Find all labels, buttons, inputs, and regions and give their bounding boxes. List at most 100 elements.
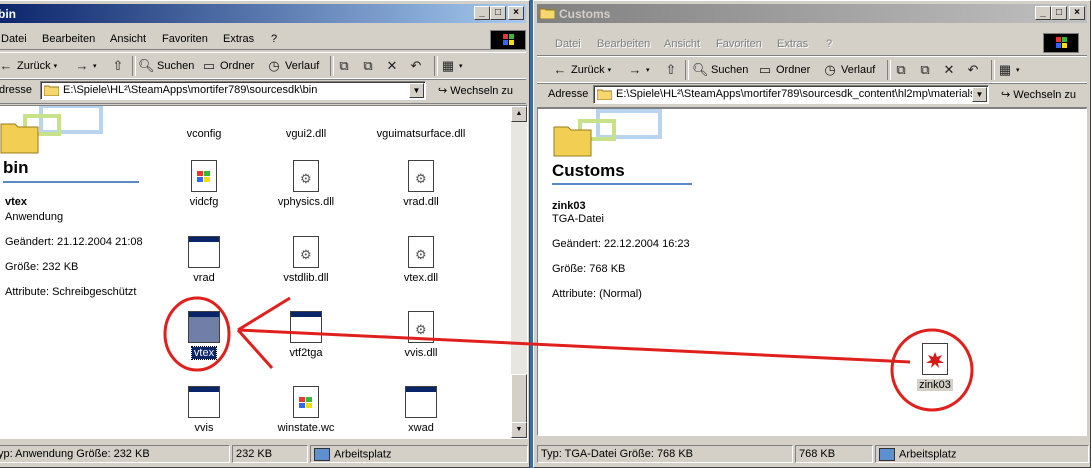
file-vrad[interactable]: vrad bbox=[149, 236, 259, 284]
windows-logo bbox=[490, 30, 526, 50]
move-to-button[interactable]: ⧉ bbox=[336, 58, 352, 74]
file-vtex-dll[interactable]: ⚙ vtex.dll bbox=[366, 236, 476, 284]
menu-bearbeiten[interactable]: Bearbeiten bbox=[597, 38, 650, 50]
history-button[interactable]: ◷ Verlauf bbox=[822, 62, 875, 78]
move-to-icon: ⧉ bbox=[896, 62, 906, 77]
computer-icon bbox=[879, 448, 895, 461]
views-icon: ▦ bbox=[998, 62, 1012, 77]
history-label: Verlauf bbox=[285, 60, 320, 72]
menu-favoriten[interactable]: Favoriten bbox=[162, 33, 208, 45]
info-size: Größe: 768 KB bbox=[552, 263, 626, 275]
file-label: winstate.wc bbox=[277, 422, 335, 434]
menu-ansicht[interactable]: Ansicht bbox=[110, 33, 146, 45]
file-vtf2tga[interactable]: vtf2tga bbox=[251, 311, 361, 359]
minimize-button[interactable]: _ bbox=[474, 6, 490, 20]
file-vrad-dll[interactable]: ⚙ vrad.dll bbox=[366, 160, 476, 208]
close-button[interactable]: × bbox=[508, 6, 524, 20]
file-zink03[interactable]: zink03 bbox=[880, 343, 990, 391]
maximize-button[interactable]: □ bbox=[490, 6, 506, 20]
menu-favoriten[interactable]: Favoriten bbox=[716, 38, 762, 50]
file-vvis[interactable]: vvis bbox=[149, 386, 259, 434]
minimize-button[interactable]: _ bbox=[1035, 6, 1051, 20]
forward-button[interactable]: → ▾ bbox=[74, 58, 97, 74]
dll-gear-icon: ⚙ bbox=[293, 160, 319, 192]
address-label: dresse bbox=[0, 84, 33, 96]
address-dropdown-button[interactable]: ▼ bbox=[972, 87, 987, 102]
up-folder-button[interactable]: ⇧ bbox=[110, 58, 126, 74]
search-label: Suchen bbox=[157, 60, 195, 72]
search-button[interactable]: 🔍︎ Suchen bbox=[138, 58, 194, 74]
status-main: Typ: TGA-Datei Größe: 768 KB bbox=[537, 445, 793, 463]
address-dropdown-button[interactable]: ▼ bbox=[409, 83, 424, 98]
delete-button[interactable]: ✕ bbox=[384, 58, 400, 74]
title-bar[interactable]: Customs _ □ × bbox=[537, 4, 1087, 23]
file-xwad[interactable]: xwad bbox=[366, 386, 476, 434]
scroll-thumb[interactable] bbox=[511, 374, 527, 424]
file-label: vvis.dll bbox=[404, 347, 438, 359]
address-field[interactable]: E:\Spiele\HL²\SteamApps\mortifer789\sour… bbox=[593, 85, 989, 104]
file-vconfig[interactable]: vconfig bbox=[149, 120, 259, 140]
file-label: vtf2tga bbox=[289, 347, 323, 359]
folder-view: Customs zink03 TGA-Datei Geändert: 22.12… bbox=[537, 108, 1087, 436]
delete-icon: ✕ bbox=[386, 58, 398, 73]
forward-button[interactable]: → ▾ bbox=[627, 62, 650, 78]
folders-button[interactable]: ▭ Ordner bbox=[757, 62, 810, 78]
scroll-down-button[interactable]: ▼ bbox=[511, 422, 527, 438]
forward-arrow-icon: → bbox=[75, 58, 89, 73]
undo-button[interactable]: ↶ bbox=[965, 62, 981, 78]
go-label: Wechseln zu bbox=[1013, 89, 1077, 101]
application-icon bbox=[188, 311, 220, 343]
back-button[interactable]: ← Zurück ▾ bbox=[0, 58, 57, 74]
application-icon bbox=[188, 386, 220, 418]
folder-icon bbox=[44, 85, 59, 96]
move-to-button[interactable]: ⧉ bbox=[893, 62, 909, 78]
menu-help[interactable]: ? bbox=[826, 38, 832, 50]
file-label: vrad bbox=[193, 272, 215, 284]
file-vguimatsurface-dll[interactable]: vguimatsurface.dll bbox=[366, 120, 476, 140]
file-vstdlib-dll[interactable]: ⚙ vstdlib.dll bbox=[251, 236, 361, 284]
delete-button[interactable]: ✕ bbox=[941, 62, 957, 78]
folder-banner-icon bbox=[553, 109, 662, 157]
panel-title: Customs bbox=[552, 161, 625, 180]
views-button[interactable]: ▦ ▾ bbox=[440, 58, 463, 74]
file-label: vconfig bbox=[186, 128, 222, 140]
menu-ansicht[interactable]: Ansicht bbox=[664, 38, 700, 50]
file-vgui2-dll[interactable]: vgui2.dll bbox=[251, 120, 361, 140]
go-button[interactable]: ↪ Wechseln zu bbox=[1001, 88, 1076, 101]
close-button[interactable]: × bbox=[1069, 6, 1085, 20]
history-button[interactable]: ◷ Verlauf bbox=[266, 58, 319, 74]
menu-bearbeiten[interactable]: Bearbeiten bbox=[42, 33, 95, 45]
copy-to-icon: ⧉ bbox=[363, 58, 373, 73]
info-type: Anwendung bbox=[5, 211, 64, 223]
file-winstate-wc[interactable]: winstate.wc bbox=[251, 386, 361, 434]
menu-help[interactable]: ? bbox=[271, 33, 277, 45]
vertical-scrollbar[interactable]: ▲ ▼ bbox=[511, 106, 527, 438]
back-arrow-icon: ← bbox=[553, 62, 567, 77]
maximize-button[interactable]: □ bbox=[1051, 6, 1067, 20]
undo-button[interactable]: ↶ bbox=[408, 58, 424, 74]
up-folder-button[interactable]: ⇧ bbox=[663, 62, 679, 78]
folders-button[interactable]: ▭ Ordner bbox=[201, 58, 254, 74]
scroll-up-button[interactable]: ▲ bbox=[511, 106, 527, 122]
go-button[interactable]: ↪ Wechseln zu bbox=[438, 84, 513, 97]
status-size: 768 KB bbox=[795, 445, 873, 463]
file-vtex[interactable]: vtex bbox=[149, 311, 259, 360]
copy-to-button[interactable]: ⧉ bbox=[917, 62, 933, 78]
copy-to-button[interactable]: ⧉ bbox=[360, 58, 376, 74]
menu-datei[interactable]: Datei bbox=[555, 38, 581, 50]
file-label: vphysics.dll bbox=[277, 196, 335, 208]
status-zone: Arbeitsplatz bbox=[875, 445, 1089, 463]
search-button[interactable]: 🔍︎ Suchen bbox=[692, 62, 748, 78]
menu-datei[interactable]: Datei bbox=[1, 33, 27, 45]
title-bar[interactable]: bin _ □ × bbox=[0, 4, 526, 23]
file-label: vtex bbox=[190, 346, 218, 360]
windows-flag-icon bbox=[503, 34, 514, 45]
back-button[interactable]: ← Zurück ▾ bbox=[552, 62, 612, 78]
address-field[interactable]: E:\Spiele\HL²\SteamApps\mortifer789\sour… bbox=[40, 81, 426, 100]
file-vvis-dll[interactable]: ⚙ vvis.dll bbox=[366, 311, 476, 359]
menu-extras[interactable]: Extras bbox=[777, 38, 808, 50]
file-vidcfg[interactable]: vidcfg bbox=[149, 160, 259, 208]
views-button[interactable]: ▦ ▾ bbox=[997, 62, 1020, 78]
menu-extras[interactable]: Extras bbox=[223, 33, 254, 45]
file-vphysics-dll[interactable]: ⚙ vphysics.dll bbox=[251, 160, 361, 208]
